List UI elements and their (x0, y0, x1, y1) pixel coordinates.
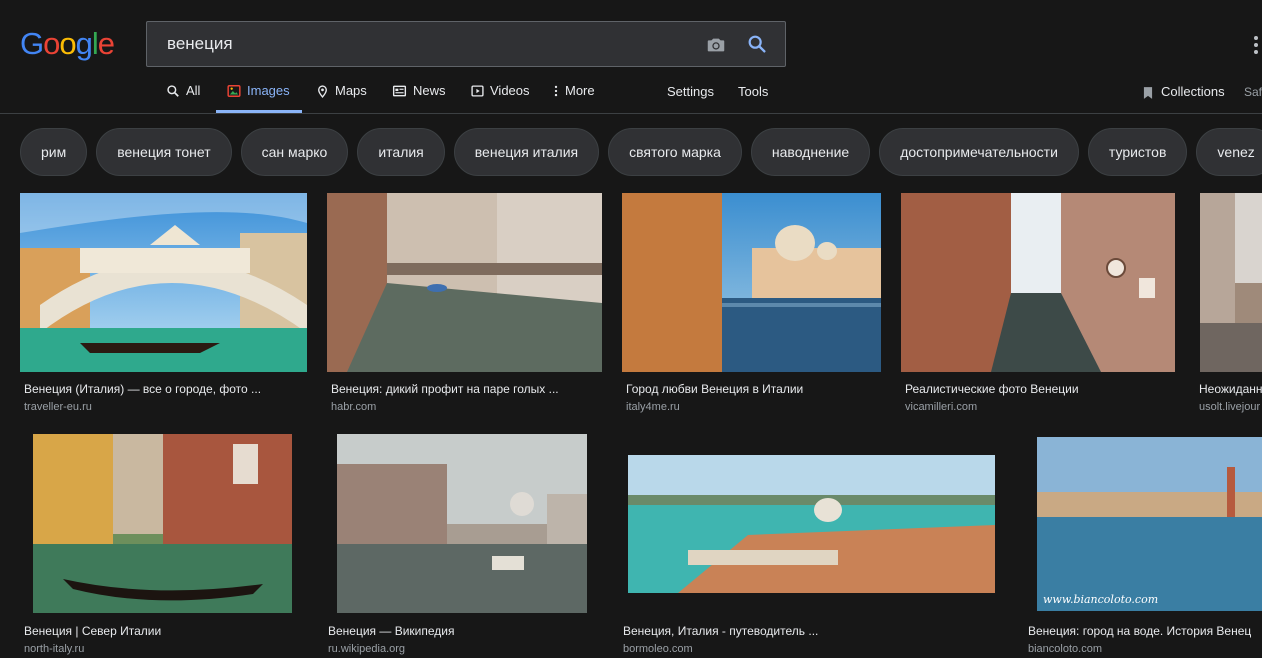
image-icon (227, 85, 241, 97)
result-title[interactable]: Венеция — Википедия (328, 624, 598, 638)
logo-letter: o (59, 26, 76, 61)
result-title[interactable]: Неожиданн (1199, 382, 1262, 396)
bookmark-icon (1143, 87, 1153, 99)
logo-letter: G (20, 26, 44, 61)
tab-news[interactable]: News (392, 83, 446, 113)
map-pin-icon (318, 85, 327, 98)
tab-label: Maps (335, 83, 367, 98)
result-source[interactable]: biancoloto.com (1028, 643, 1262, 655)
tab-more[interactable]: More (553, 83, 595, 113)
result-source[interactable]: habr.com (331, 401, 602, 413)
camera-icon[interactable] (705, 34, 727, 56)
tab-label: Images (247, 83, 290, 98)
result-thumbnail[interactable] (20, 193, 307, 372)
related-chips: рим венеция тонет сан марко италия венец… (20, 128, 1262, 176)
tab-label: Videos (490, 83, 530, 98)
search-icon[interactable] (746, 33, 768, 55)
newspaper-icon (392, 85, 407, 97)
chip[interactable]: достопримечательности (879, 128, 1079, 176)
collections-link[interactable]: Collections (1141, 84, 1225, 114)
result-title[interactable]: Город любви Венеция в Италии (626, 382, 881, 396)
result-thumbnail[interactable] (628, 455, 995, 593)
chip[interactable]: сан марко (240, 128, 349, 176)
result-title[interactable]: Реалистические фото Венеции (905, 382, 1175, 396)
watermark-text: www.biancoloto.com (1043, 593, 1159, 606)
tab-all[interactable]: All (166, 83, 200, 113)
tab-maps[interactable]: Maps (316, 83, 367, 113)
logo-letter: e (97, 26, 115, 61)
chip[interactable]: венеция тонет (96, 128, 232, 176)
tab-images[interactable]: Images (227, 83, 290, 113)
result-source[interactable]: usolt.livejour (1199, 401, 1262, 413)
collections-label: Collections (1161, 84, 1225, 99)
result-title[interactable]: Венеция (Италия) — все о городе, фото ..… (24, 382, 307, 396)
result-title[interactable]: Венеция: город на воде. История Венец (1028, 624, 1262, 638)
search-tabs: All Images Maps News Videos More Setting… (0, 83, 1262, 113)
chip[interactable]: туристов (1087, 128, 1188, 176)
result-source[interactable]: vicamilleri.com (905, 401, 1175, 413)
tab-label: More (565, 83, 595, 98)
logo-letter: g (75, 26, 93, 61)
result-title[interactable]: Венеция | Север Италии (24, 624, 294, 638)
google-logo[interactable]: Google (20, 26, 115, 62)
search-box (146, 21, 786, 67)
result-thumbnail[interactable] (1200, 193, 1262, 372)
header-divider (0, 113, 1262, 114)
result-thumbnail[interactable]: www.biancoloto.com (1037, 437, 1262, 611)
tab-videos[interactable]: Videos (471, 83, 530, 113)
chip[interactable]: венеция италия (453, 128, 600, 176)
result-thumbnail[interactable] (33, 434, 292, 613)
search-input[interactable] (147, 34, 687, 54)
tab-label: All (186, 83, 201, 98)
result-thumbnail[interactable] (327, 193, 602, 372)
result-source[interactable]: ru.wikipedia.org (328, 643, 598, 655)
result-thumbnail[interactable] (337, 434, 587, 613)
result-title[interactable]: Венеция, Италия - путеводитель ... (623, 624, 995, 638)
result-source[interactable]: bormoleo.com (623, 643, 995, 655)
result-source[interactable]: north-italy.ru (24, 643, 294, 655)
play-icon (471, 85, 484, 97)
result-thumbnail[interactable] (622, 193, 881, 372)
chip[interactable]: италия (357, 128, 445, 176)
result-thumbnail[interactable] (901, 193, 1175, 372)
chip[interactable]: святого марка (608, 128, 742, 176)
more-vert-icon[interactable] (1254, 36, 1262, 56)
logo-letter: o (43, 26, 60, 61)
tab-label: News (413, 83, 446, 98)
settings-link[interactable]: Settings (667, 84, 714, 114)
chip[interactable]: наводнение (750, 128, 871, 176)
safesearch-link[interactable]: Saf (1244, 85, 1262, 115)
tools-link[interactable]: Tools (738, 84, 768, 114)
result-source[interactable]: traveller-eu.ru (24, 401, 307, 413)
chip[interactable]: рим (20, 128, 88, 176)
search-icon (167, 85, 179, 97)
chip[interactable]: venez (1196, 128, 1262, 176)
more-vert-icon (554, 85, 558, 97)
result-title[interactable]: Венеция: дикий профит на паре голых ... (331, 382, 602, 396)
result-source[interactable]: italy4me.ru (626, 401, 881, 413)
